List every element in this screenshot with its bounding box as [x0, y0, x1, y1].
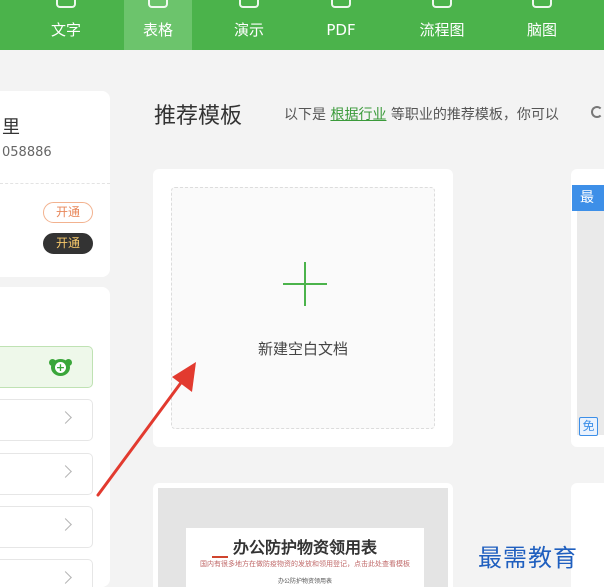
user-id: 058886 — [2, 145, 52, 160]
divider — [0, 183, 110, 184]
tab-label: 脑图 — [526, 21, 557, 39]
free-badge: 免 — [579, 417, 598, 436]
template-thumbnail — [577, 185, 604, 435]
pdf-icon — [331, 0, 351, 8]
industry-link[interactable]: 根据行业 — [330, 107, 386, 123]
tab-writer[interactable]: 文字 — [27, 0, 105, 50]
template-preview-heading: 办公防护物资领用表 — [277, 578, 332, 585]
writer-icon — [56, 0, 76, 8]
tab-label: 文字 — [50, 21, 81, 39]
menu-item[interactable] — [0, 453, 93, 495]
tab-label: 演示 — [233, 21, 264, 39]
presentation-icon — [239, 0, 259, 8]
chevron-right-icon — [59, 465, 72, 478]
menu-item[interactable] — [0, 559, 93, 587]
tab-flowchart[interactable]: 流程图 — [403, 0, 481, 50]
open-super-membership-button[interactable]: 开通 — [43, 233, 93, 254]
template-thumbnail: 办公防护物资领用表 国内有很多地方在做防疫物资的发放和领用登记，点击此处查看模板… — [158, 488, 448, 587]
plus-icon — [304, 262, 306, 306]
menu-item[interactable] — [0, 399, 93, 441]
watermark-text: 最需教育 — [478, 544, 578, 572]
tab-label: 流程图 — [419, 21, 465, 39]
chevron-right-icon — [59, 571, 72, 584]
template-preview-page: 办公防护物资领用表 国内有很多地方在做防疫物资的发放和领用登记，点击此处查看模板… — [186, 528, 424, 587]
tab-label: PDF — [326, 21, 356, 39]
blank-document-area[interactable]: 新建空白文档 — [171, 187, 435, 429]
tab-presentation[interactable]: 演示 — [210, 0, 288, 50]
user-name: 里 — [2, 117, 20, 138]
top-tab-bar: 文字 表格 演示 PDF 流程图 脑图 — [0, 0, 604, 50]
chevron-right-icon — [59, 518, 72, 531]
flowchart-icon — [432, 0, 452, 8]
subtitle-suffix: 等职业的推荐模板，你可以 — [386, 107, 559, 123]
template-badge: 最 — [572, 185, 604, 211]
open-membership-button[interactable]: 开通 — [43, 202, 93, 223]
tab-label: 表格 — [142, 21, 173, 39]
subtitle-prefix: 以下是 — [284, 107, 331, 123]
tab-pdf[interactable]: PDF — [302, 0, 380, 50]
menu-item[interactable] — [0, 506, 93, 548]
spreadsheet-icon — [148, 0, 168, 8]
refresh-icon[interactable] — [591, 106, 603, 118]
template-preview-subtitle: 国内有很多地方在做防疫物资的发放和领用登记，点击此处查看模板 — [200, 560, 410, 568]
accent-line — [212, 556, 228, 558]
menu-item-new[interactable]: + — [0, 346, 93, 388]
template-preview-title: 办公防护物资领用表 — [232, 538, 377, 557]
new-blank-document-card[interactable]: 新建空白文档 — [153, 169, 453, 447]
section-subtitle: 以下是 根据行业 等职业的推荐模板，你可以 — [284, 104, 559, 124]
tab-mindmap[interactable]: 脑图 — [503, 0, 581, 50]
template-card-protective-supplies[interactable]: 办公防护物资领用表 国内有很多地方在做防疫物资的发放和领用登记，点击此处查看模板… — [153, 483, 453, 587]
chevron-right-icon — [59, 411, 72, 424]
add-cloud-icon: + — [49, 359, 72, 376]
mindmap-icon — [532, 0, 552, 8]
tab-spreadsheet[interactable]: 表格 — [124, 0, 192, 50]
new-blank-document-label: 新建空白文档 — [257, 340, 348, 358]
section-title: 推荐模板 — [154, 104, 243, 129]
